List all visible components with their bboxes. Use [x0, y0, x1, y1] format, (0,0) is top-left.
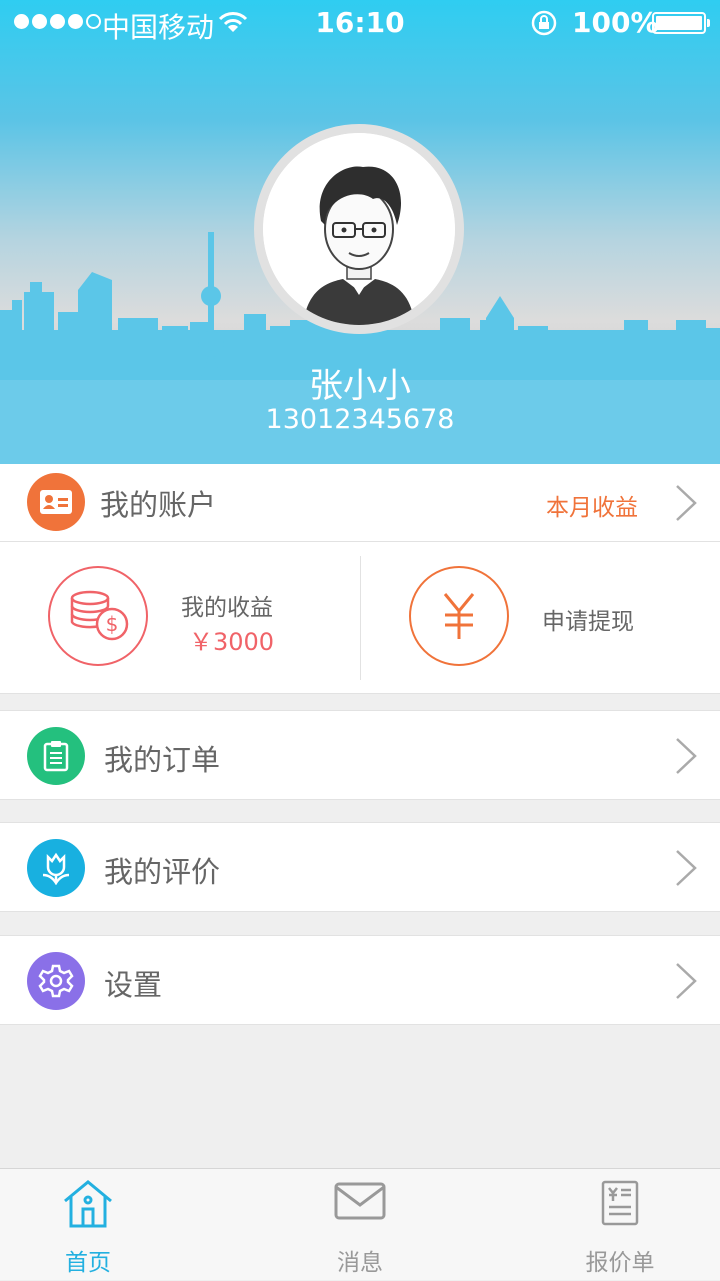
user-name: 张小小: [309, 366, 411, 406]
my-account-label: 我的账户: [100, 488, 217, 522]
settings-row[interactable]: 设置: [0, 935, 720, 1025]
tab-home[interactable]: 首页: [0, 1169, 208, 1281]
svg-text:$: $: [106, 612, 119, 636]
avatar[interactable]: [254, 124, 464, 334]
monthly-earnings-link[interactable]: 本月收益: [546, 488, 638, 522]
tab-messages[interactable]: 消息: [240, 1169, 480, 1281]
mail-icon: [240, 1179, 480, 1223]
tab-quotes[interactable]: 报价单: [500, 1169, 720, 1281]
tab-home-label: 首页: [65, 1250, 111, 1276]
divider: [360, 556, 361, 680]
my-orders-row[interactable]: 我的订单: [0, 710, 720, 800]
home-icon: [0, 1179, 208, 1229]
my-reviews-row[interactable]: 我的评价: [0, 822, 720, 912]
bottom-tab-bar: 首页 消息 报价单: [0, 1168, 720, 1280]
coins-icon[interactable]: $: [48, 566, 148, 666]
quote-sheet-icon: [500, 1179, 720, 1227]
rotation-lock-icon: [530, 9, 558, 44]
my-reviews-label: 我的评价: [104, 855, 221, 889]
tulip-icon: [27, 839, 85, 897]
chevron-right-icon: [674, 962, 698, 1004]
yuan-icon[interactable]: [409, 566, 509, 666]
status-bar: 中国移动 16:10 100%: [0, 0, 720, 46]
settings-label: 设置: [104, 968, 163, 1002]
battery-icon: [652, 12, 710, 34]
tab-messages-label: 消息: [337, 1250, 383, 1276]
battery-percent: 100%: [572, 6, 659, 39]
earnings-amount: ￥3000: [189, 628, 275, 656]
gear-icon: [27, 952, 85, 1010]
my-earnings-label: 我的收益: [181, 595, 273, 621]
my-orders-label: 我的订单: [104, 743, 221, 777]
chevron-right-icon: [674, 849, 698, 891]
clipboard-icon: [27, 727, 85, 785]
withdraw-label[interactable]: 申请提现: [542, 602, 634, 636]
user-portrait-illustration: [263, 133, 455, 325]
chevron-right-icon: [674, 484, 698, 526]
user-phone: 13012345678: [265, 404, 455, 435]
my-account-row[interactable]: 我的账户 本月收益: [0, 464, 720, 542]
chevron-right-icon: [674, 737, 698, 779]
tab-quotes-label: 报价单: [585, 1250, 655, 1276]
id-card-icon: [27, 473, 85, 531]
earnings-panel: $ 我的收益 ￥3000 申请提现: [0, 542, 720, 694]
profile-header: 中国移动 16:10 100% 张小小 13012345678: [0, 0, 720, 464]
